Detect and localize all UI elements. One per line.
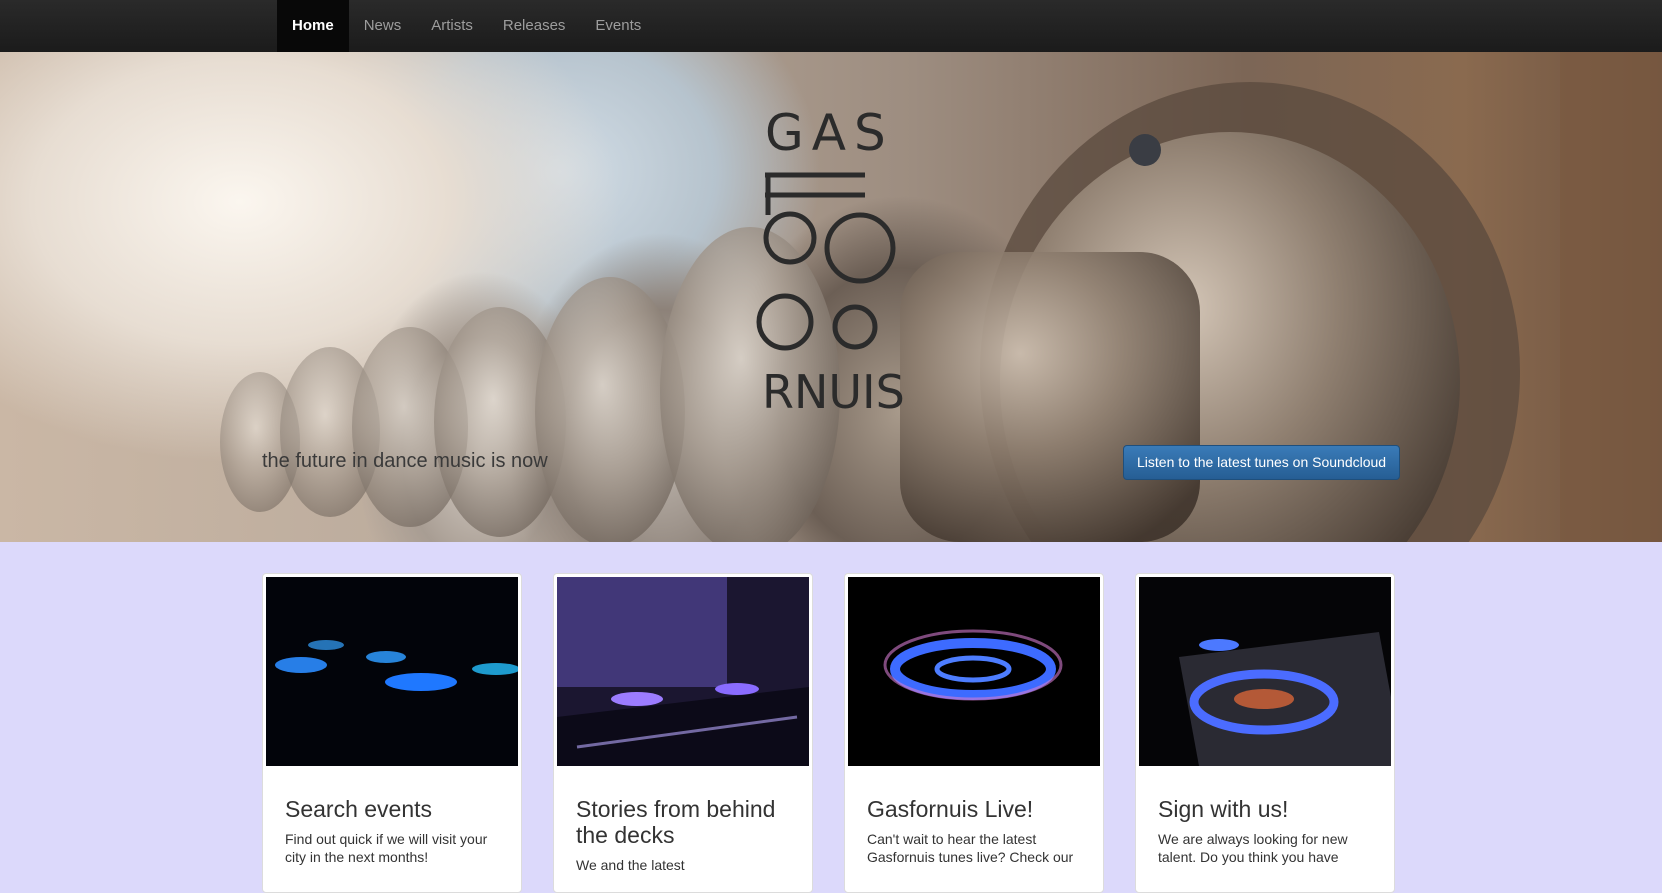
card-title: Search events (285, 796, 433, 822)
card-title: Stories from behind the decks (576, 796, 776, 848)
card-text: Can't wait to hear the latest Gasfornuis… (867, 831, 1074, 865)
card-live[interactable]: Gasfornuis Live! Can't wait to hear the … (844, 573, 1104, 893)
top-navbar: Home News Artists Releases Events (0, 0, 1662, 53)
card-title: Sign with us! (1158, 796, 1289, 822)
main-nav: Home News Artists Releases Events (277, 0, 656, 52)
card-stories[interactable]: Stories from behind the decks We and the… (553, 573, 813, 893)
feature-cards: Search events Find out quick if we will … (262, 573, 1395, 893)
hero-tagline: the future in dance music is now (262, 450, 548, 472)
card-text: Find out quick if we will visit your cit… (285, 831, 488, 865)
gas-burners-blue-icon (266, 577, 518, 766)
card-sign-with-us[interactable]: Sign with us! We are always looking for … (1135, 573, 1395, 893)
card-title: Gasfornuis Live! (867, 796, 1034, 822)
gasfornuis-logo: GAS RNUIS (756, 104, 905, 410)
logo-text-top: GAS (765, 104, 894, 162)
hero-banner: GAS RNUIS the future in dance music is n… (0, 52, 1662, 542)
card-text: We are always looking for new talent. Do… (1158, 831, 1348, 865)
card-search-events[interactable]: Search events Find out quick if we will … (262, 573, 522, 893)
nav-item-home[interactable]: Home (277, 0, 349, 52)
nav-item-artists[interactable]: Artists (416, 0, 488, 52)
nav-item-events[interactable]: Events (580, 0, 656, 52)
soundcloud-button[interactable]: Listen to the latest tunes on Soundcloud (1123, 445, 1401, 480)
stove-flames-purple-icon (557, 577, 809, 766)
burner-flame-icon (1139, 577, 1391, 766)
nav-item-news[interactable]: News (349, 0, 417, 52)
logo-text-bottom: RNUIS (762, 365, 905, 410)
gas-ring-flame-icon (848, 577, 1100, 766)
card-text: We and the latest (576, 857, 685, 873)
nav-item-releases[interactable]: Releases (488, 0, 581, 52)
